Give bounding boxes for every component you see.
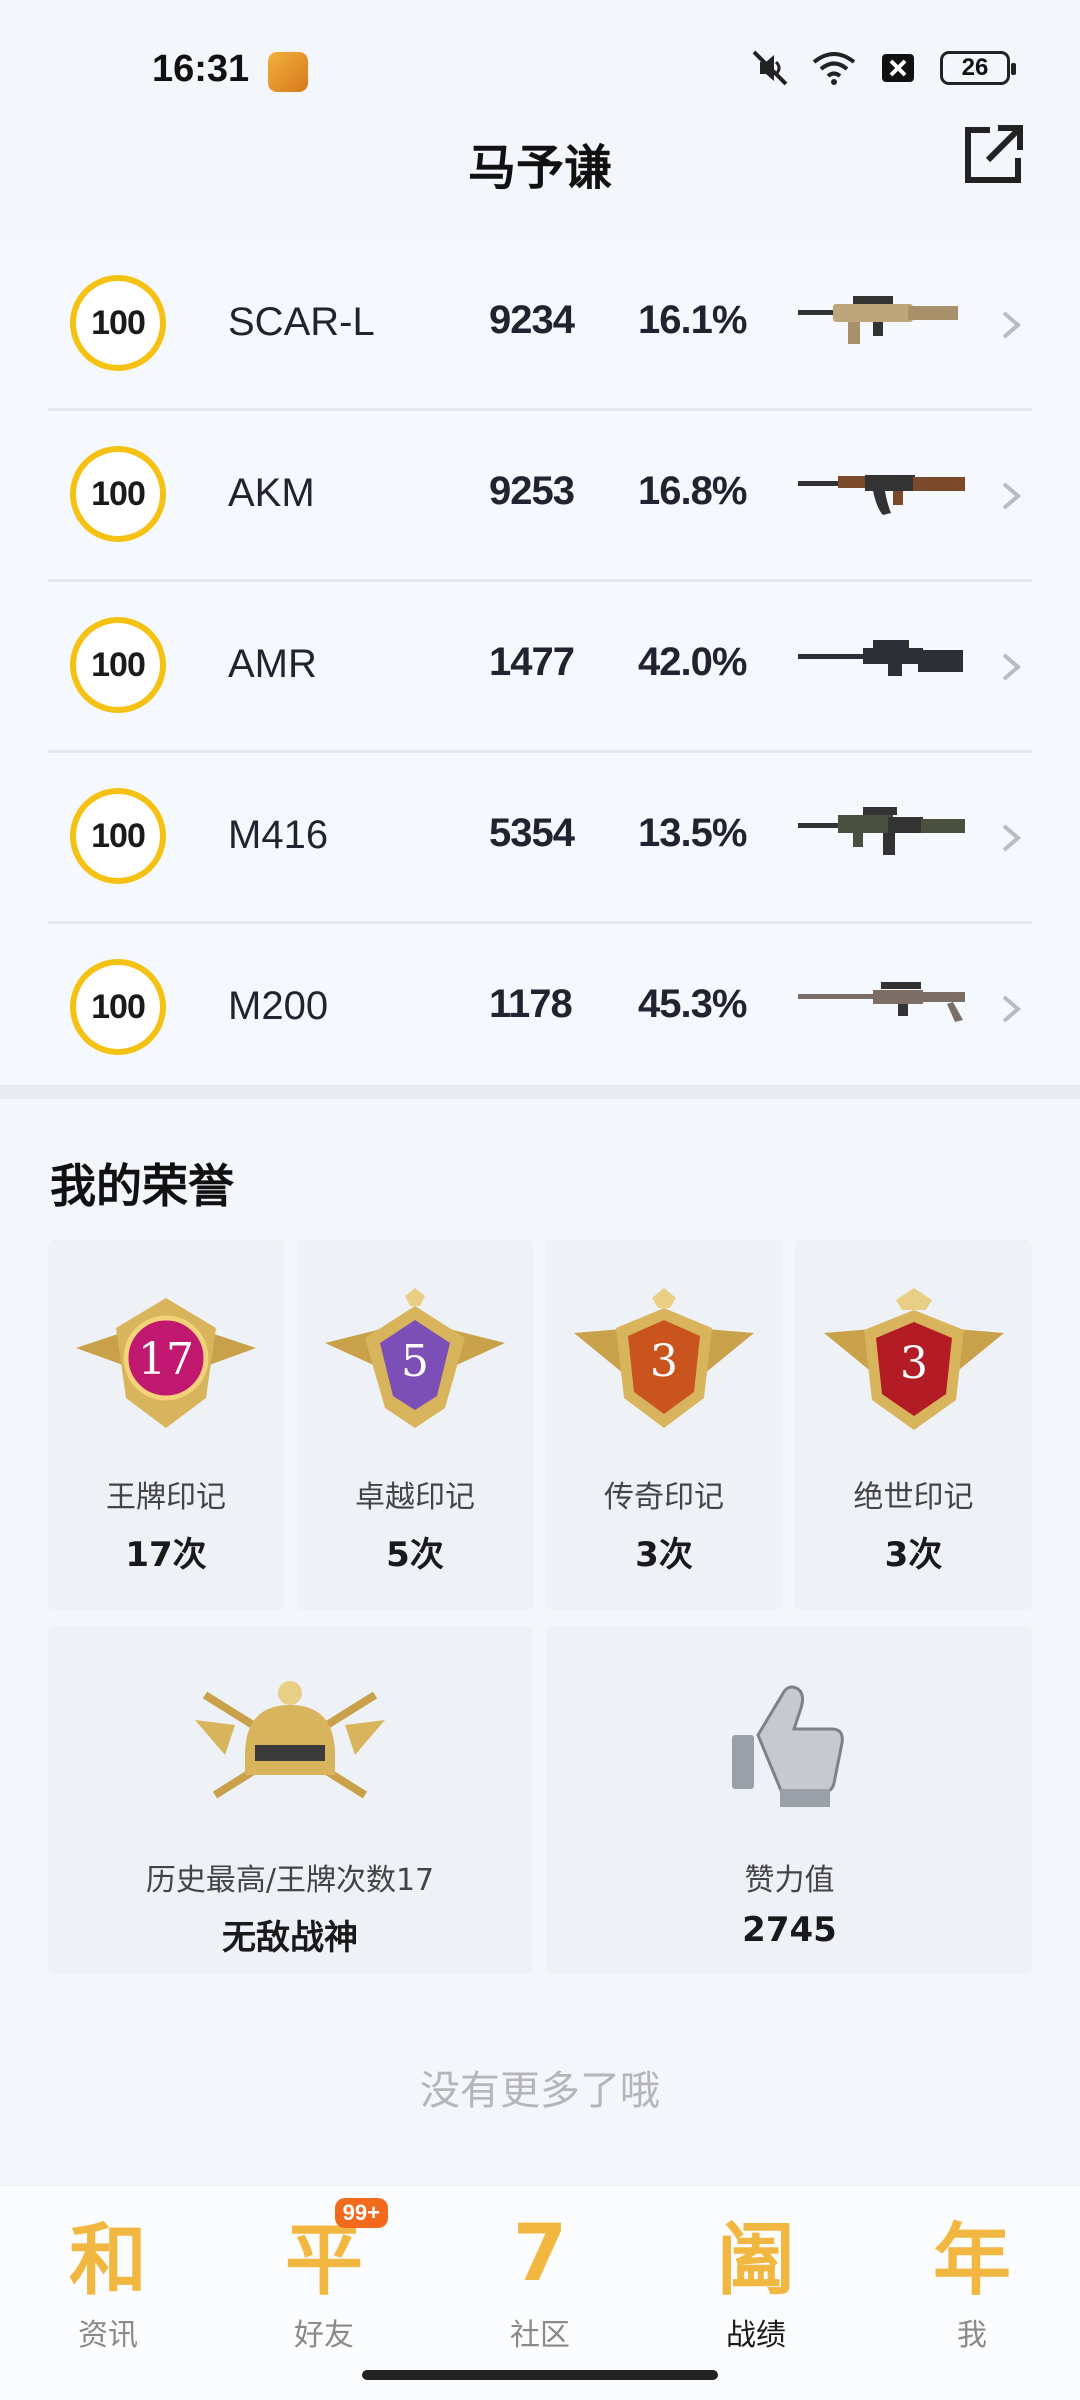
- battery-icon: 26: [940, 51, 1016, 85]
- thumbs-up-icon: [731, 1685, 844, 1807]
- weapon-kills: 9234: [489, 298, 575, 342]
- battery-level: 26: [961, 54, 989, 81]
- community-tab-icon: 7: [512, 2209, 568, 2299]
- nav-item-me[interactable]: 年 我: [892, 2204, 1052, 2354]
- sniper-rifle-icon: [798, 982, 965, 1022]
- nav-item-record[interactable]: 阖 战绩: [676, 2204, 836, 2354]
- notification-app-icon: [268, 52, 308, 92]
- weapon-list: 100 SCAR-L 9234 16.1% 100 AKM 9253 16.8%…: [0, 240, 1080, 1095]
- weapon-kills: 9253: [489, 469, 575, 513]
- home-indicator[interactable]: [362, 2370, 718, 2380]
- weapon-level-badge: 100: [70, 788, 166, 884]
- chevron-right-icon: [1002, 482, 1022, 510]
- page-title: 马予谦: [467, 140, 612, 196]
- excellence-mark-emblem-icon: 5: [325, 1288, 505, 1428]
- news-tab-icon: 和: [68, 2216, 147, 2306]
- honor-card-label: 传奇印记: [604, 1480, 724, 1515]
- nav-label: 好友: [294, 2318, 354, 2353]
- honor-card-legend[interactable]: 3 传奇印记 3次: [546, 1240, 782, 1610]
- honor-section-title: 我的荣誉: [50, 1159, 234, 1213]
- weapon-rate: 42.0%: [638, 640, 747, 684]
- nav-item-friends[interactable]: 平 99+ 好友: [244, 2198, 404, 2354]
- bottom-nav: 和 资讯 平 99+ 好友 7 社区 阖 战绩 年 我: [0, 2185, 1080, 2400]
- rifle-icon: [798, 807, 965, 855]
- share-external-icon[interactable]: [958, 120, 1028, 190]
- nav-label: 社区: [510, 2318, 570, 2353]
- record-tab-icon: 阖: [716, 2216, 795, 2306]
- ace-mark-number: 17: [138, 1334, 194, 1385]
- honor-card-label: 绝世印记: [853, 1480, 974, 1515]
- me-tab-icon: 年: [932, 2216, 1011, 2306]
- mute-icon: [748, 48, 792, 88]
- sim-off-icon: [876, 48, 920, 88]
- status-time: 16:31: [152, 48, 250, 90]
- weapon-level-badge: 100: [70, 446, 166, 542]
- weapon-name: AMR: [228, 642, 317, 686]
- section-divider: [0, 1085, 1080, 1099]
- status-icons: 26: [748, 48, 1016, 88]
- weapon-row[interactable]: 100 SCAR-L 9234 16.1%: [48, 240, 1032, 411]
- honor-card-peerless[interactable]: 3 绝世印记 3次: [795, 1240, 1032, 1610]
- peerless-mark-emblem-icon: 3: [823, 1288, 1004, 1430]
- friends-tab-icon: 平 99+: [274, 2198, 388, 2306]
- nav-label: 我: [957, 2318, 987, 2353]
- chevron-right-icon: [1002, 995, 1022, 1023]
- honor-card-likes[interactable]: 赞力值 2745: [547, 1625, 1032, 1975]
- weapon-row[interactable]: 100 M200 1178 45.3%: [48, 924, 1032, 1095]
- honor-card-label: 王牌印记: [106, 1480, 226, 1515]
- honor-card-label: 卓越印记: [355, 1480, 475, 1515]
- honor-card-value: 17次: [125, 1535, 207, 1575]
- title-bar: 马予谦: [0, 110, 1080, 210]
- honor-card-value: 5次: [386, 1535, 444, 1575]
- nav-item-community[interactable]: 7 社区: [460, 2204, 620, 2354]
- weapon-name: M200: [228, 984, 329, 1028]
- weapon-kills: 1477: [489, 640, 575, 684]
- weapon-rate: 45.3%: [638, 982, 747, 1026]
- weapon-level-badge: 100: [70, 959, 166, 1055]
- weapon-kills: 5354: [489, 811, 575, 855]
- chevron-right-icon: [1002, 311, 1022, 339]
- weapon-row[interactable]: 100 AKM 9253 16.8%: [48, 411, 1032, 582]
- honor-card-value: 无敌战神: [222, 1918, 358, 1958]
- honor-card-ace[interactable]: 17 王牌印记 17次: [48, 1240, 284, 1610]
- honor-card-history[interactable]: 历史最高/王牌次数17 无敌战神: [48, 1625, 532, 1975]
- weapon-name: M416: [228, 813, 329, 857]
- chevron-right-icon: [1002, 824, 1022, 852]
- weapon-rate: 16.1%: [638, 298, 747, 342]
- rifle-icon: [798, 296, 958, 344]
- helmet-trophy-icon: [195, 1681, 385, 1799]
- nav-label: 资讯: [78, 2318, 138, 2353]
- honor-card-label: 历史最高/王牌次数17: [145, 1863, 435, 1898]
- legend-mark-emblem-icon: 3: [574, 1288, 754, 1428]
- excellence-mark-number: 5: [401, 1336, 429, 1387]
- no-more-text: 没有更多了哦: [420, 2068, 660, 2114]
- honor-card-label: 赞力值: [744, 1863, 835, 1898]
- honor-card-excellence[interactable]: 5 卓越印记 5次: [297, 1240, 533, 1610]
- ace-mark-emblem-icon: 17: [76, 1298, 256, 1428]
- chevron-right-icon: [1002, 653, 1022, 681]
- weapon-name: SCAR-L: [228, 300, 375, 344]
- nav-label: 战绩: [726, 2318, 786, 2353]
- wifi-icon: [812, 48, 856, 88]
- weapon-rate: 16.8%: [638, 469, 747, 513]
- legend-mark-number: 3: [650, 1336, 678, 1387]
- nav-item-news[interactable]: 和 资讯: [28, 2204, 188, 2354]
- honor-card-value: 3次: [635, 1535, 693, 1575]
- weapon-row[interactable]: 100 M416 5354 13.5%: [48, 753, 1032, 924]
- honor-card-value: 2745: [742, 1910, 837, 1950]
- rifle-icon: [798, 475, 965, 515]
- honor-card-value: 3次: [884, 1535, 943, 1575]
- weapon-row[interactable]: 100 AMR 1477 42.0%: [48, 582, 1032, 753]
- peerless-mark-number: 3: [900, 1338, 928, 1389]
- weapon-rate: 13.5%: [638, 811, 747, 855]
- weapon-level-badge: 100: [70, 617, 166, 713]
- weapon-level-badge: 100: [70, 275, 166, 371]
- weapon-name: AKM: [228, 471, 315, 515]
- sniper-rifle-icon: [798, 640, 963, 676]
- notification-badge: 99+: [334, 2198, 388, 2228]
- weapon-kills: 1178: [489, 982, 573, 1026]
